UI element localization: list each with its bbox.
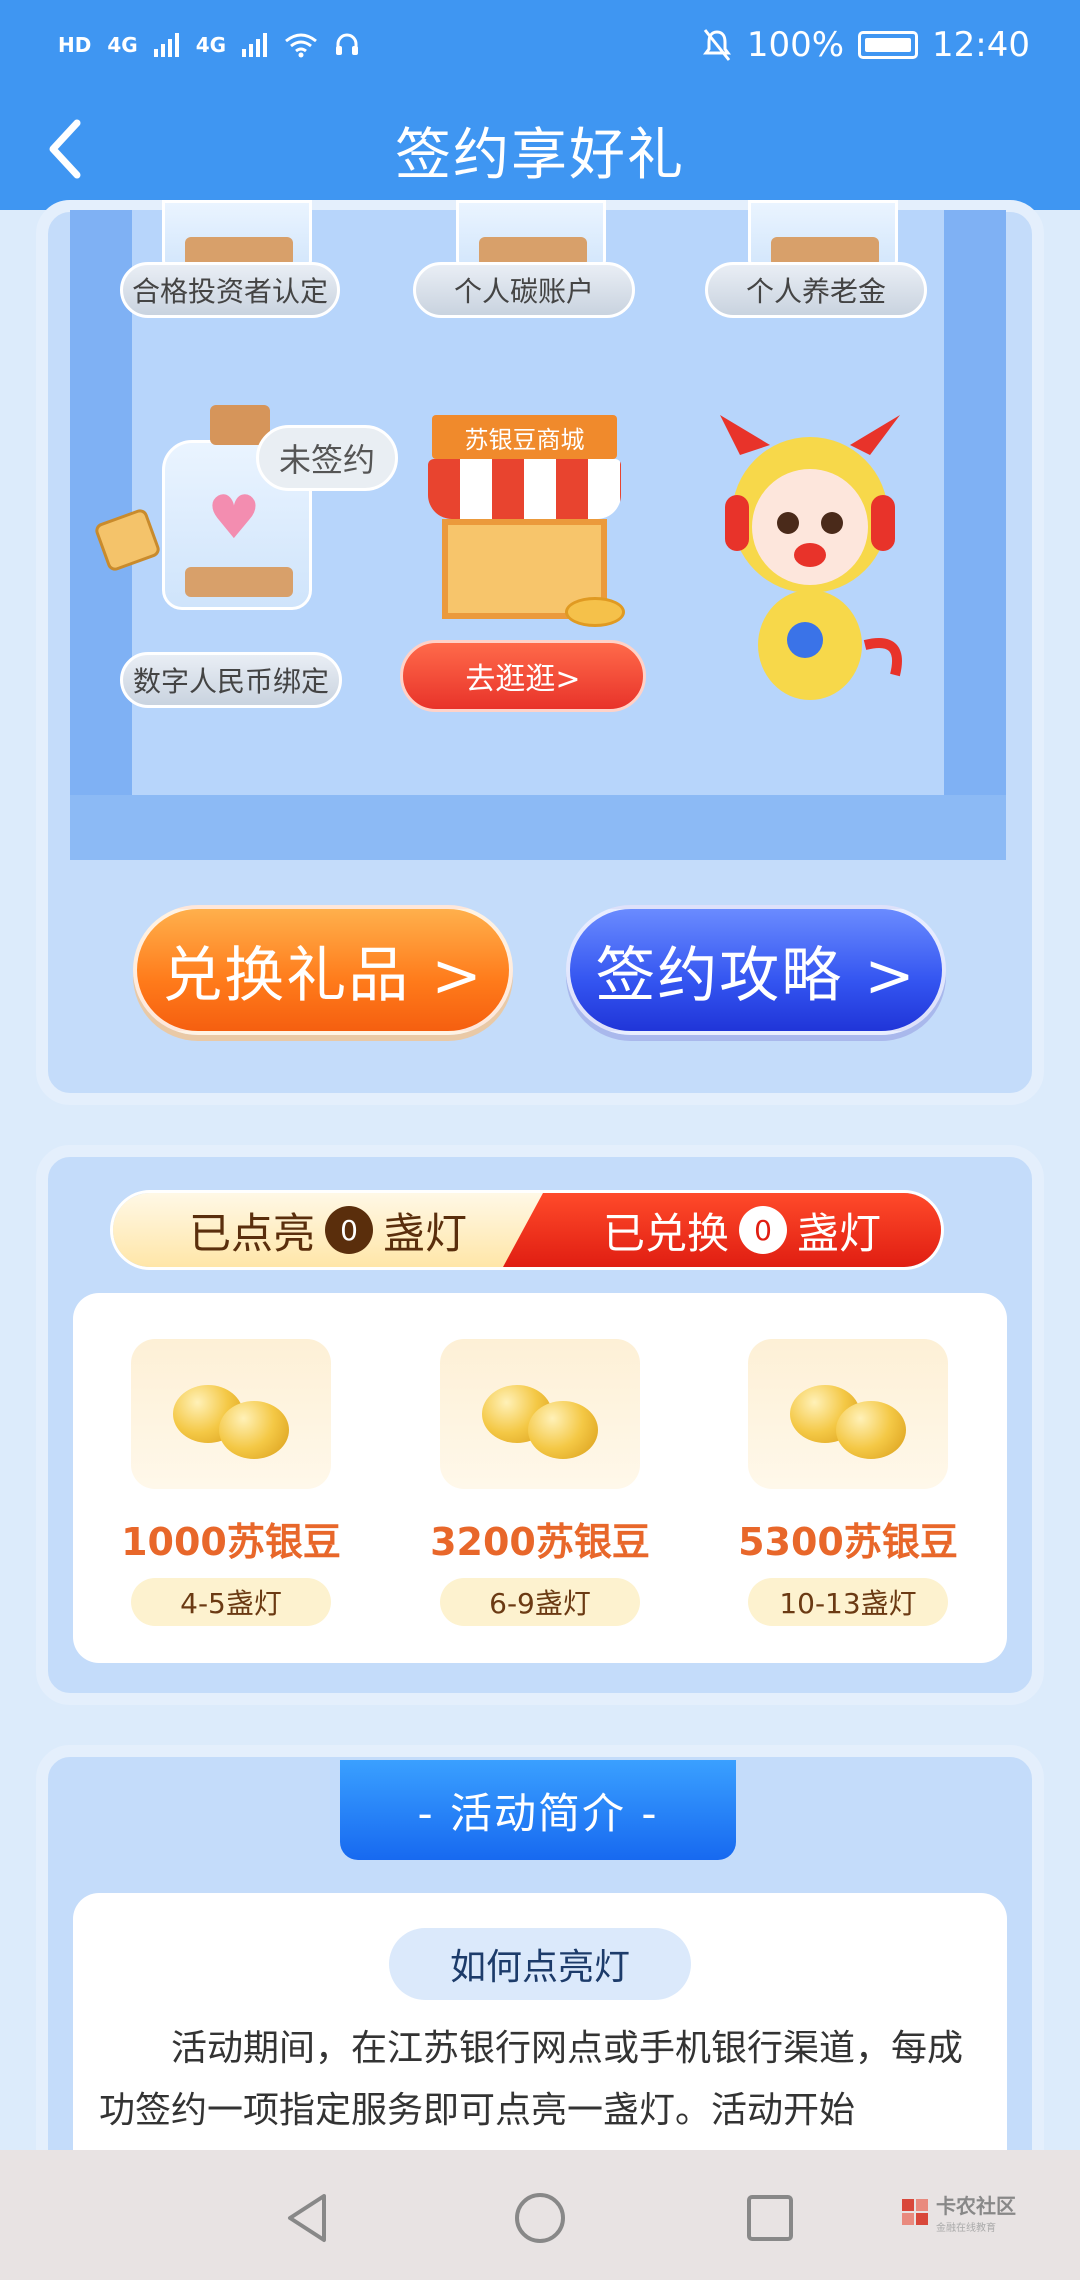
tab-redeemed[interactable]: 已兑换 0 盏灯 (503, 1193, 941, 1267)
recents-square-icon[interactable] (742, 2190, 798, 2246)
tab-lit[interactable]: 已点亮 0 盏灯 (113, 1193, 543, 1267)
headset-icon (336, 33, 359, 55)
reward-amount: 1000苏银豆 (121, 1520, 341, 1564)
wifi-icon (285, 33, 317, 58)
store-illustration: 苏银豆商城 (428, 415, 621, 625)
signal-icon (153, 33, 179, 57)
watermark: 卡农社区 金融在线教育 (900, 2190, 1016, 2234)
signing-guide-button[interactable]: 签约攻略 > (566, 905, 946, 1035)
rewards-card: 1000苏银豆 4-5盏灯 3200苏银豆 6-9盏灯 5300苏银豆 10-1… (73, 1293, 1007, 1663)
mute-bell-icon (702, 29, 731, 61)
network-4g-2: 4G (195, 33, 227, 57)
jar-label-pension[interactable]: 个人养老金 (705, 262, 927, 318)
reward-item[interactable]: 3200苏银豆 6-9盏灯 (415, 1339, 665, 1626)
reward-item[interactable]: 5300苏银豆 10-13盏灯 (723, 1339, 973, 1626)
home-circle-icon[interactable] (512, 2190, 568, 2246)
unsigned-bubble: 未签约 (256, 425, 398, 491)
nav-bar: 签约享好礼 (0, 90, 1080, 210)
page-title: 签约享好礼 (395, 122, 685, 188)
reward-requirement: 4-5盏灯 (131, 1578, 331, 1626)
status-right: 100% 12:40 (701, 25, 1030, 65)
intro-heading: - 活动简介 - (340, 1760, 736, 1860)
intro-text: 活动期间，在江苏银行网点或手机银行渠道，每成功签约一项指定服务即可点亮一盏灯。活… (99, 2028, 964, 2131)
bean-icon (131, 1339, 331, 1489)
reward-requirement: 6-9盏灯 (440, 1578, 640, 1626)
signal-indicators: HD 4G 4G (58, 32, 360, 58)
hd-icon: HD (58, 33, 92, 57)
tab-redeemed-prefix: 已兑换 (602, 1208, 729, 1258)
go-shopping-button[interactable]: 去逛逛> (400, 640, 646, 712)
network-4g-1: 4G (107, 33, 138, 57)
reward-amount: 5300苏银豆 (738, 1520, 958, 1564)
tab-lit-prefix: 已点亮 (188, 1208, 315, 1258)
intro-subheading: 如何点亮灯 (389, 1928, 691, 2000)
showcase-floor (70, 795, 1006, 860)
redeemed-count-badge: 0 (739, 1206, 787, 1254)
back-button[interactable] (30, 114, 100, 184)
dragon-mascot-icon (720, 415, 902, 700)
store-awning (428, 459, 621, 519)
lamp-status-tabs: 已点亮 0 盏灯 已兑换 0 盏灯 (110, 1190, 944, 1270)
bean-icon (748, 1339, 948, 1489)
jar-label-investor[interactable]: 合格投资者认定 (120, 262, 340, 318)
heart-icon: ♥ (207, 483, 261, 553)
coin-icon (565, 597, 625, 627)
back-triangle-icon[interactable] (280, 2190, 336, 2246)
exchange-gifts-button[interactable]: 兑换礼品 > (133, 905, 513, 1035)
store-sign: 苏银豆商城 (432, 415, 617, 459)
system-nav-bar: 卡农社区 金融在线教育 (0, 2150, 1080, 2280)
signal-icon (242, 33, 268, 57)
battery-icon (858, 31, 919, 59)
tab-lit-suffix: 盏灯 (383, 1208, 468, 1258)
status-bar: HD 4G 4G 100% 12:40 (0, 0, 1080, 90)
reward-requirement: 10-13盏灯 (748, 1578, 948, 1626)
jar-label-ecny[interactable]: 数字人民币绑定 (120, 652, 342, 708)
bean-icon (440, 1339, 640, 1489)
watermark-logo-icon (902, 2199, 928, 2225)
watermark-title: 卡农社区 (936, 2194, 1016, 2218)
watermark-subtitle: 金融在线教育 (936, 2223, 996, 2234)
clock: 12:40 (932, 25, 1030, 65)
reward-amount: 3200苏银豆 (430, 1520, 650, 1564)
jar-label-carbon[interactable]: 个人碳账户 (413, 262, 635, 318)
reward-item[interactable]: 1000苏银豆 4-5盏灯 (106, 1339, 356, 1626)
chevron-left-icon (49, 119, 81, 179)
tab-redeemed-suffix: 盏灯 (797, 1208, 882, 1258)
lit-count-badge: 0 (325, 1206, 373, 1254)
battery-percent: 100% (746, 25, 845, 65)
